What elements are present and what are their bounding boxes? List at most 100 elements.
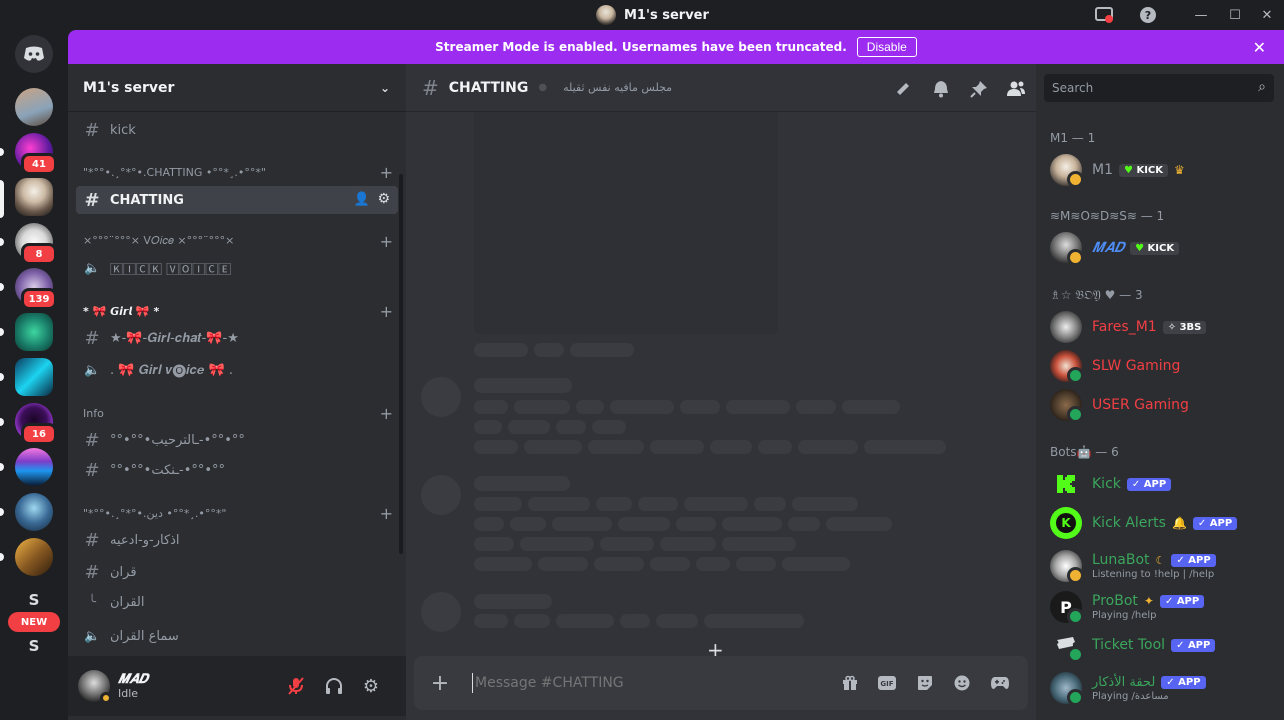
member-ticket-tool[interactable]: Ticket Tool ✓ APP (1050, 627, 1274, 663)
channel-kick-voice[interactable]: 🔈 🄺🄸🄲🄺 🅅🄾🄸🄲🄴 (76, 254, 398, 282)
search-icon: ⌕ (1258, 79, 1266, 95)
member-lunabot[interactable]: LunaBot ☾ ✓ APP Listening to !help | /help (1050, 546, 1274, 586)
add-channel-icon[interactable]: + (380, 232, 393, 251)
channel-chatting[interactable]: # CHATTING 👤 ⚙ (76, 186, 398, 214)
channel-girl-voice[interactable]: 🔈. 🎀 𝑮𝒊𝒓𝒍 𝒗🅞𝒊𝒄𝒆 🎀 . (76, 356, 398, 384)
skeleton-line (474, 343, 528, 357)
skeleton-line (676, 517, 716, 531)
disable-streamer-mode-button[interactable]: Disable (856, 37, 917, 57)
moon-icon: ☾ (1155, 553, 1166, 567)
server-icon-10[interactable] (15, 493, 53, 531)
member-group-title: ≋M≋O≋D≋S≋ — 1 (1050, 209, 1165, 223)
close-icon[interactable]: ✕ (1253, 38, 1266, 57)
server-icon-9[interactable] (15, 448, 53, 486)
speaker-icon: 🔈 (84, 362, 101, 378)
category-chatting[interactable]: "*°°•.¸°*°•.CHATTING •°°*¸.•°°*" + (83, 163, 393, 182)
channel-adhkar[interactable]: # اذكار-و-ادعيه (76, 526, 398, 554)
skeleton-line (736, 557, 776, 571)
inbox-icon[interactable] (1094, 5, 1114, 25)
discord-home-button[interactable] (15, 35, 53, 73)
member-m1[interactable]: M1 ♥ KICK ♛ (1050, 152, 1274, 188)
server-icon-s1[interactable]: S (15, 588, 53, 612)
add-channel-icon[interactable]: + (380, 302, 393, 321)
server-icon-veda[interactable]: 139 (15, 268, 57, 310)
threads-icon[interactable] (892, 78, 914, 100)
server-icon-s2[interactable]: S (15, 634, 53, 658)
user-settings-gear-icon[interactable]: ⚙ (359, 674, 383, 698)
category-religion[interactable]: "*°°•.¸°*°•.دين •°°*¸.•°°*" + (83, 504, 393, 523)
channel-quran[interactable]: # قران (76, 558, 398, 586)
member-kick-bot[interactable]: Kick ✓ APP (1050, 466, 1274, 502)
server-icon-1[interactable] (15, 88, 53, 126)
emoji-icon[interactable] (950, 671, 974, 695)
skeleton-line (534, 343, 564, 357)
category-girl[interactable]: * 🎀 𝙂𝙞𝙧𝙡 🎀 * + (83, 302, 393, 321)
maximize-icon[interactable]: ☐ (1226, 6, 1244, 24)
hash-icon: # (422, 75, 439, 100)
channel-girl-chat[interactable]: # ★-🎀-𝑮𝒊𝒓𝒍-𝒄𝒉𝒂𝒕-🎀-★ (76, 324, 398, 352)
add-channel-icon[interactable]: + (380, 163, 393, 182)
chevron-down-icon: ⌄ (379, 80, 390, 95)
hash-icon: # (84, 327, 100, 349)
channel-welcome[interactable]: # °°•°°•ـالترحيب-•°°•°° (76, 426, 398, 454)
member-slw[interactable]: SLW Gaming (1050, 348, 1274, 384)
gear-icon[interactable]: ⚙ (377, 191, 390, 207)
unread-pill (0, 463, 4, 471)
server-icon-bssw[interactable] (15, 358, 53, 396)
skeleton-line (722, 517, 782, 531)
pin-icon[interactable] (968, 78, 990, 100)
gif-icon[interactable]: GIF (875, 671, 899, 695)
help-icon[interactable]: ? (1138, 5, 1158, 25)
server-list: 41 8 139 16 S NEW S (0, 30, 68, 720)
headphones-icon[interactable] (322, 674, 346, 698)
sticker-icon[interactable] (913, 671, 937, 695)
user-info[interactable]: 𝑴𝑨𝑫 Idle (118, 672, 148, 700)
server-icon-2[interactable]: 41 (15, 133, 57, 175)
member-kick-alerts[interactable]: K Kick Alerts 🔔 ✓ APP (1050, 505, 1274, 541)
channel-quran-voice[interactable]: 🔈 سماع القران (76, 622, 398, 650)
invite-icon[interactable]: 👤 (354, 192, 370, 207)
gift-icon[interactable] (838, 671, 862, 695)
member-halqa[interactable]: لحقة الأذكار ✓ APP Playing /مساعدة (1050, 668, 1274, 708)
skeleton-line (722, 537, 796, 551)
app-tag: ✓ APP (1126, 477, 1172, 491)
category-voice[interactable]: ×°°°¨°°°× ᐯ𝑂𝑖𝑐𝑒 ×°°°¨°°°× + (83, 232, 393, 251)
add-attachment-icon[interactable]: + (428, 671, 452, 696)
channel-jokes[interactable]: # °°•°°•ـنكت-•°°•°° (76, 456, 398, 484)
add-channel-icon[interactable]: + (380, 504, 393, 523)
thread-quran[interactable]: ╰ القران (76, 588, 398, 616)
message-input[interactable] (472, 673, 772, 693)
member-user[interactable]: USER Gaming (1050, 387, 1274, 423)
skeleton-line (576, 400, 604, 414)
member-mad[interactable]: 𝑴𝑨𝑫 ♥ KICK (1050, 230, 1274, 266)
server-icon-m1[interactable] (15, 178, 53, 216)
server-icon-6[interactable] (15, 313, 53, 351)
crown-icon: ♛ (1174, 163, 1185, 177)
activities-icon[interactable] (988, 671, 1012, 695)
server-icon-4[interactable]: 8 (15, 223, 57, 265)
search-input[interactable]: Search ⌕ (1044, 74, 1274, 102)
selected-pill (0, 180, 4, 218)
member-list-icon[interactable] (1005, 78, 1027, 100)
server-icon-8[interactable]: 16 (15, 403, 57, 445)
close-window-icon[interactable]: ✕ (1258, 6, 1276, 24)
online-status-icon (1067, 689, 1084, 706)
avatar[interactable] (78, 670, 112, 704)
skeleton-line (600, 537, 654, 551)
channel-kick[interactable]: # kick (76, 116, 398, 144)
skeleton-line (508, 420, 550, 434)
kick-role-tag: ♥ KICK (1130, 241, 1180, 255)
category-info[interactable]: Info + (83, 404, 393, 423)
mic-muted-icon[interactable] (284, 674, 308, 698)
member-fares[interactable]: Fares_M1 ✧ 3BS (1050, 309, 1274, 345)
channel-topic[interactable]: مجلس مافيه نفس ثقيله (563, 81, 672, 94)
bell-icon[interactable] (930, 78, 952, 100)
channel-scrollbar[interactable] (399, 174, 403, 554)
unread-pill (0, 328, 4, 336)
member-probot[interactable]: P ProBot ✦ ✓ APP Playing /help (1050, 587, 1274, 627)
add-channel-icon[interactable]: + (380, 404, 393, 423)
server-icon-11[interactable] (15, 538, 53, 576)
skeleton-line (570, 343, 634, 357)
server-header[interactable]: M1's server ⌄ (68, 64, 406, 112)
minimize-icon[interactable]: — (1192, 6, 1210, 24)
